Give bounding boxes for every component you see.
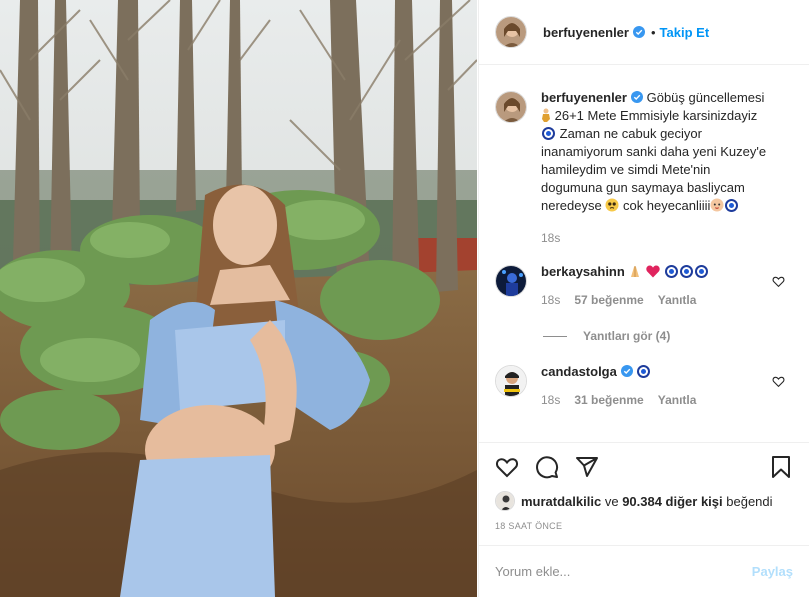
comment-body: candastolga 18s 31 beğenme Yanıtla	[541, 363, 793, 409]
nazar-emoji-icon	[542, 127, 555, 140]
comment-avatar[interactable]	[495, 265, 527, 297]
comment-like-heart-icon[interactable]	[772, 275, 785, 288]
liker-avatar[interactable]	[495, 491, 515, 511]
nazar-emoji-icon	[694, 265, 708, 278]
caption-time[interactable]: 18s	[541, 229, 560, 247]
comment-like-heart-icon[interactable]	[772, 375, 785, 388]
comment-item: candastolga 18s 31 beğenme Yanıtla	[495, 363, 793, 409]
bookmark-icon[interactable]	[769, 455, 793, 479]
likes-connector: ve	[604, 493, 619, 509]
post-photo[interactable]	[0, 0, 477, 597]
comment-likes[interactable]: 57 beğenme	[574, 291, 643, 309]
comment-time[interactable]: 18s	[541, 391, 560, 409]
comment-input[interactable]	[495, 564, 752, 579]
nazar-emoji-icon	[664, 265, 678, 278]
share-icon[interactable]	[575, 455, 599, 479]
caption-text-1: Göbüş güncellemesi	[646, 90, 765, 105]
post-timestamp[interactable]: 18 SAAT ÖNCE	[495, 521, 793, 531]
photo-illustration	[0, 0, 477, 597]
baby-emoji-icon	[710, 198, 724, 212]
verified-badge-icon	[630, 91, 643, 103]
caption-body: berfuyenenler Göbüş güncellemesi 26+1 Me…	[541, 89, 793, 247]
caption-username[interactable]: berfuyenenler	[541, 90, 627, 105]
replies-divider	[543, 335, 567, 337]
comment-item: berkaysahinn 18s 57 beğenme Yanıtla	[495, 263, 793, 309]
comment-body: berkaysahinn 18s 57 beğenme Yanıtla	[541, 263, 793, 309]
comment-username[interactable]: candastolga	[541, 364, 617, 379]
pregnant-woman-emoji-icon	[542, 108, 550, 122]
folded-hands-emoji-icon	[631, 266, 640, 277]
nazar-emoji-icon	[725, 199, 739, 212]
caption-meta: 18s	[541, 229, 773, 247]
reply-button[interactable]: Yanıtla	[658, 291, 697, 309]
verified-badge-icon	[620, 365, 633, 377]
nazar-emoji-icon	[679, 265, 693, 278]
comments-list[interactable]: berfuyenenler Göbüş güncellemesi 26+1 Me…	[479, 65, 809, 442]
follow-button[interactable]: Takip Et	[660, 25, 710, 40]
action-bar: muratdalkilic ve 90.384 diğer kişi beğen…	[479, 442, 809, 531]
view-replies-label: Yanıtları gör (4)	[583, 329, 671, 343]
comment-avatar[interactable]	[495, 365, 527, 397]
comment-time[interactable]: 18s	[541, 291, 560, 309]
verified-badge-icon	[632, 26, 645, 38]
reply-button[interactable]: Yanıtla	[658, 391, 697, 409]
caption-avatar[interactable]	[495, 91, 527, 123]
post-header: berfuyenenler • Takip Et	[479, 0, 809, 65]
heart-icon[interactable]	[495, 455, 519, 479]
caption-text-4: cok heyecanliiii	[622, 198, 711, 213]
post-side-panel: berfuyenenler • Takip Et berfuyenenler G…	[478, 0, 809, 597]
likes-suffix: beğendi	[726, 493, 773, 509]
comment-username[interactable]: berkaysahinn	[541, 264, 625, 279]
separator-dot: •	[650, 24, 656, 40]
action-icons	[495, 443, 793, 491]
comment-likes[interactable]: 31 beğenme	[574, 391, 643, 409]
nazar-emoji-icon	[637, 365, 651, 378]
comment-icon[interactable]	[535, 455, 559, 479]
view-replies-button[interactable]: Yanıtları gör (4)	[543, 329, 793, 343]
liker-username[interactable]: muratdalkilic	[521, 494, 601, 509]
comment-meta: 18s 57 beğenme Yanıtla	[541, 291, 773, 309]
likes-count[interactable]: 90.384 diğer kişi	[622, 494, 722, 509]
caption: berfuyenenler Göbüş güncellemesi 26+1 Me…	[495, 89, 793, 247]
likes-summary: muratdalkilic ve 90.384 diğer kişi beğen…	[495, 491, 793, 511]
comment-composer: Paylaş	[479, 545, 809, 597]
pleading-face-emoji-icon	[605, 198, 619, 212]
red-heart-emoji-icon	[646, 265, 660, 278]
caption-text-2: 26+1 Mete Emmisiyle karsinizdayiz	[554, 108, 758, 123]
comment-meta: 18s 31 beğenme Yanıtla	[541, 391, 773, 409]
post-comment-button[interactable]: Paylaş	[752, 564, 793, 579]
author-avatar[interactable]	[495, 16, 527, 48]
author-username[interactable]: berfuyenenler	[543, 25, 629, 40]
